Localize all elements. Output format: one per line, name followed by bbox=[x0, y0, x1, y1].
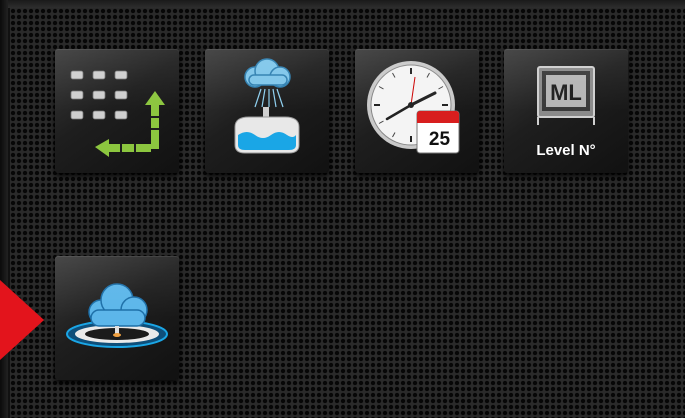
tray-layout-button[interactable] bbox=[55, 49, 179, 173]
level-number-button[interactable]: ML Level N° bbox=[504, 49, 628, 173]
clock-calendar-button[interactable]: 25 bbox=[355, 49, 479, 173]
tray-grid-arrows-icon bbox=[70, 70, 165, 157]
perforated-panel: 25 ML Level N° bbox=[8, 8, 685, 418]
steam-cloud-button[interactable] bbox=[55, 256, 179, 380]
svg-text:ML: ML bbox=[550, 80, 582, 105]
wash-tank-icon bbox=[234, 58, 300, 154]
red-pointer-arrow-icon bbox=[0, 280, 44, 360]
cloud-ring-icon bbox=[66, 283, 168, 348]
level-number-label: Level N° bbox=[536, 142, 596, 159]
clock-calendar-icon bbox=[367, 61, 460, 154]
calendar-day: 25 bbox=[428, 129, 451, 150]
washing-button[interactable] bbox=[205, 49, 329, 173]
frame-top-edge bbox=[0, 0, 685, 8]
